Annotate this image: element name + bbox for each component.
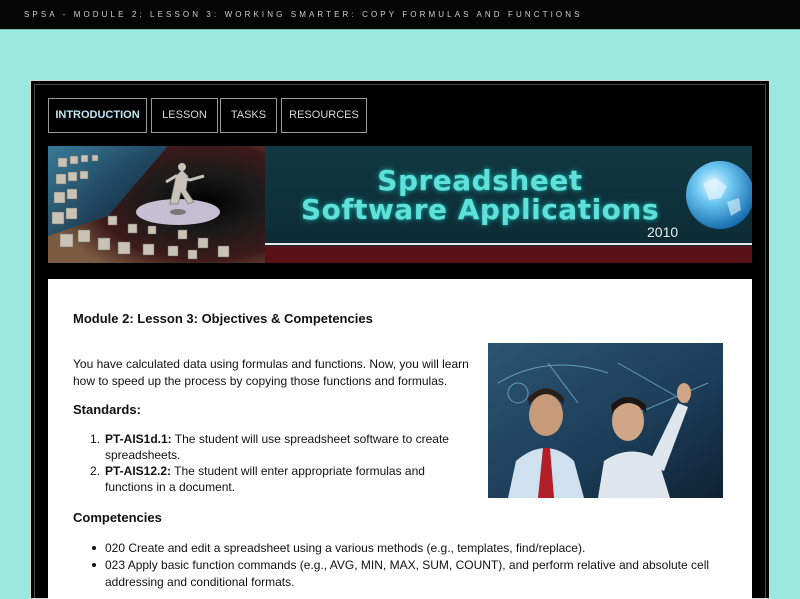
banner-tunnel-graphic	[48, 146, 265, 263]
tab-tasks[interactable]: TASKS	[220, 98, 277, 133]
competency-item: 023 Apply basic function commands (e.g.,…	[73, 557, 733, 591]
banner-title-line2: Software Applications	[300, 193, 660, 226]
competencies-list: 020 Create and edit a spreadsheet using …	[73, 540, 733, 591]
tab-introduction[interactable]: INTRODUCTION	[48, 98, 147, 133]
page-header-title: SPSA - MODULE 2: LESSON 3: WORKING SMART…	[24, 10, 583, 19]
standard-item: 1. PT-AIS1d.1: The student will use spre…	[90, 432, 449, 462]
globe-icon	[686, 161, 752, 229]
standard-code: PT-AIS1d.1:	[105, 432, 172, 446]
businessmen-photo	[488, 343, 723, 498]
standard-item: 2. PT-AIS12.2: The student will enter ap…	[90, 464, 425, 494]
banner-year: 2010	[647, 224, 679, 240]
content-panel: Module 2: Lesson 3: Objectives & Compete…	[48, 279, 752, 599]
standard-code: PT-AIS12.2:	[105, 464, 172, 478]
page-title: Module 2: Lesson 3: Objectives & Compete…	[73, 311, 373, 326]
top-bar: SPSA - MODULE 2: LESSON 3: WORKING SMART…	[0, 0, 800, 30]
course-banner: Spreadsheet Software Applications 2010	[48, 146, 752, 263]
banner-divider	[265, 243, 752, 245]
competencies-heading: Competencies	[73, 510, 162, 525]
competency-item: 020 Create and edit a spreadsheet using …	[73, 540, 733, 557]
tab-lesson[interactable]: LESSON	[151, 98, 218, 133]
intro-paragraph: You have calculated data using formulas …	[73, 357, 469, 388]
standards-list: 1. PT-AIS1d.1: The student will use spre…	[73, 431, 473, 495]
tab-resources[interactable]: RESOURCES	[281, 98, 367, 133]
standards-heading: Standards:	[73, 402, 141, 417]
banner-red-strip	[265, 246, 752, 263]
